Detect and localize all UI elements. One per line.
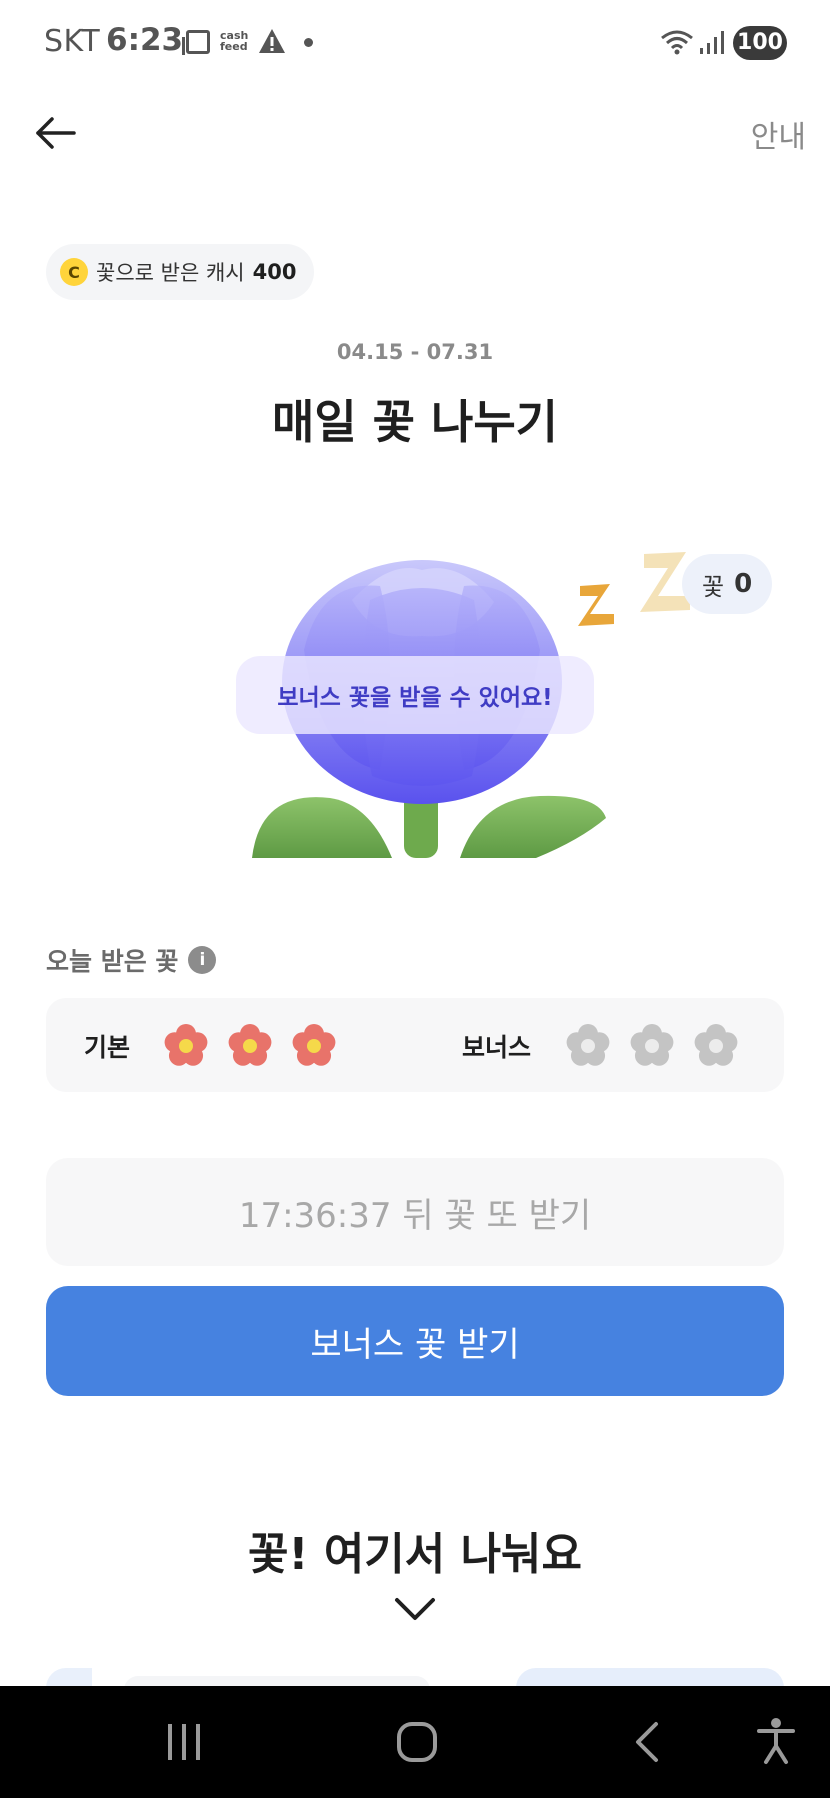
back-arrow-icon (36, 117, 76, 149)
wifi-icon (661, 30, 693, 55)
bonus-available-bubble: 보너스 꽃을 받을 수 있어요! (236, 656, 594, 734)
section-title: 꽃! 여기서 나눠요 (247, 1529, 583, 1580)
info-icon[interactable]: i (188, 946, 217, 974)
next-flower-timer: 17:36:37 뒤 꽃 또 받기 (46, 1158, 784, 1266)
battery-indicator: 100 (733, 26, 787, 60)
bonus-flowers-label: 보너스 (462, 1033, 532, 1062)
cash-chip: C 꽃으로 받은 캐시 400 (46, 244, 315, 300)
bonus-flower-icon (566, 1024, 610, 1066)
today-flowers-label: 오늘 받은 꽃 i (46, 942, 217, 978)
cashfeed-logo: cash feed (220, 29, 249, 53)
coin-icon: C (60, 258, 88, 286)
event-date-range: 04.15 - 07.31 (336, 340, 494, 364)
carrier-label: SKT (44, 24, 101, 59)
status-bar: SKT 6:23 cash feed 100 (0, 0, 830, 86)
basic-flower-icon (228, 1024, 272, 1066)
home-icon[interactable] (396, 1720, 438, 1764)
status-time: 6:23 (106, 22, 184, 58)
flower-count-value: 0 (734, 569, 753, 599)
accessibility-icon[interactable] (756, 1716, 796, 1766)
nav-back-icon[interactable] (632, 1720, 664, 1764)
bonus-flower-icon (630, 1024, 674, 1066)
notification-dot-icon (304, 38, 313, 47)
chevron-down-icon[interactable] (393, 1594, 437, 1624)
recent-apps-icon[interactable] (164, 1720, 204, 1764)
info-link[interactable]: 안내 (751, 112, 806, 156)
today-flowers-card: 기본 보너스 (46, 998, 784, 1092)
system-nav-bar (0, 1686, 830, 1798)
bonus-flower-button[interactable]: 보너스 꽃 받기 (46, 1286, 784, 1396)
basic-flower-icon (292, 1024, 336, 1066)
flower-count-chip: 꽃 0 (682, 554, 773, 614)
zzz-icon (578, 552, 690, 626)
signal-icon (700, 31, 724, 54)
back-button[interactable] (30, 108, 80, 158)
warning-icon (259, 29, 285, 53)
screen-capture-icon (182, 30, 210, 55)
basic-flowers-label: 기본 (84, 1033, 131, 1062)
basic-flower-icon (164, 1024, 208, 1066)
bonus-flower-icon (694, 1024, 738, 1066)
cash-label: 꽃으로 받은 캐시 (96, 261, 245, 285)
today-flowers-text: 오늘 받은 꽃 (46, 947, 179, 976)
page-title: 매일 꽃 나누기 (272, 395, 558, 449)
cash-value: 400 (252, 260, 297, 284)
flower-count-label: 꽃 (702, 572, 725, 601)
